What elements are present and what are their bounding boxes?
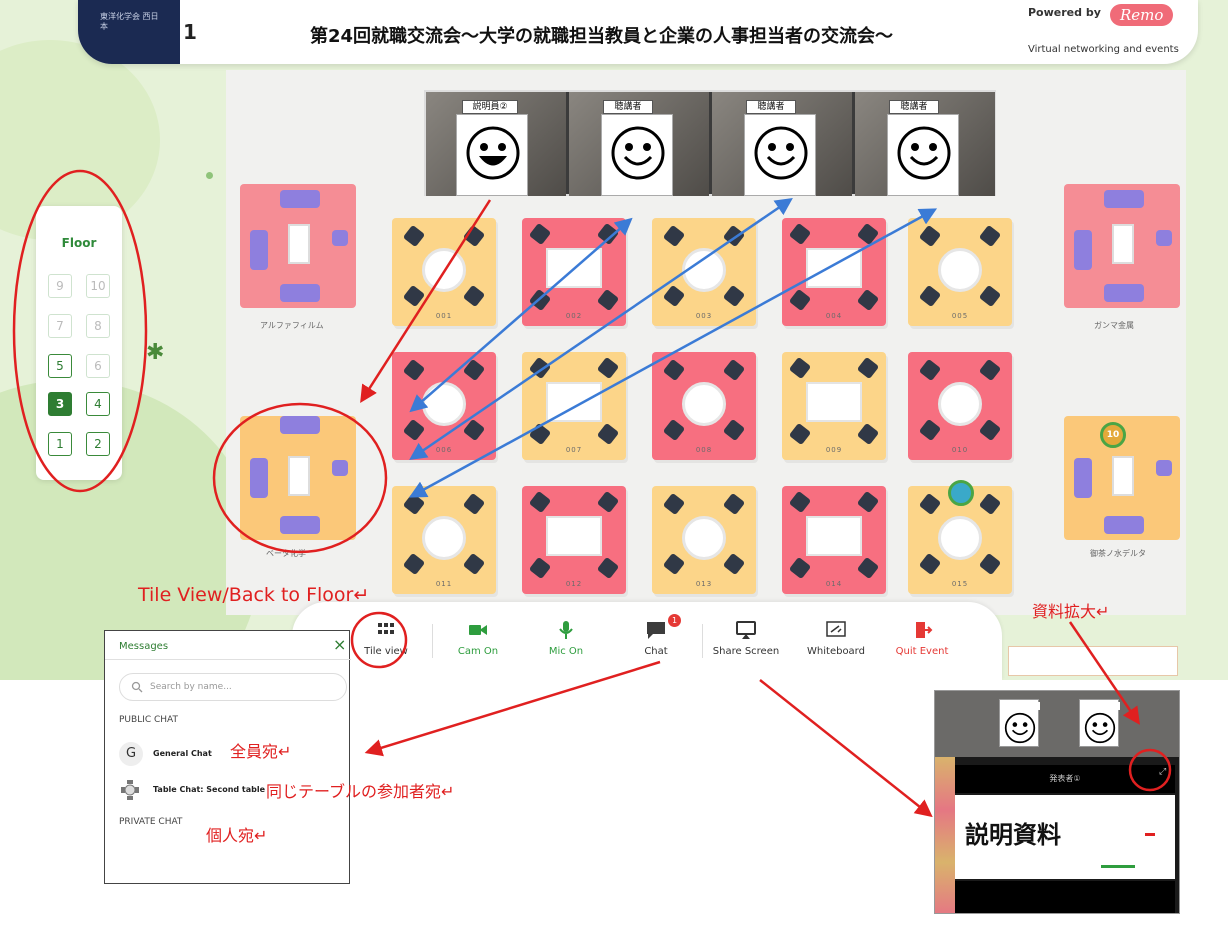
arrow-blue [409, 217, 633, 413]
highlight-circle-tile-view [350, 611, 408, 669]
arrow-red [759, 679, 933, 818]
arrow-blue [409, 198, 793, 460]
arrow-red [364, 660, 661, 757]
arrow-red [360, 199, 492, 403]
highlight-circle-expand [1128, 748, 1172, 792]
arrow-red [1068, 621, 1140, 725]
highlight-ellipse-room [212, 402, 388, 554]
arrow-blue [408, 208, 938, 498]
highlight-ellipse-floor [12, 169, 148, 493]
annotation-overlay [12, 169, 1172, 818]
